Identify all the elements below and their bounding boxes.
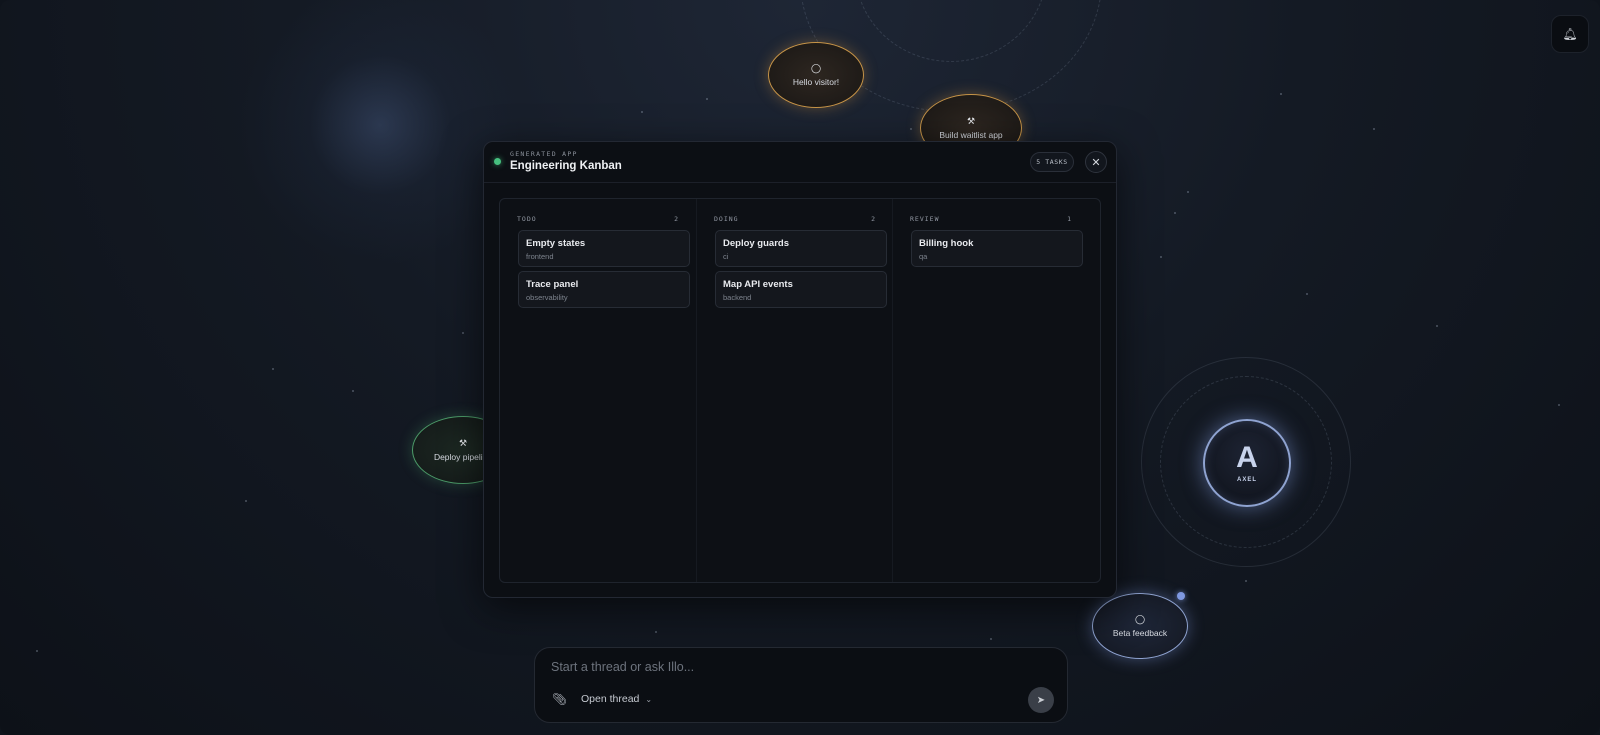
star xyxy=(1174,212,1176,214)
task-card[interactable]: Deploy guards ci xyxy=(715,230,887,267)
hammer-icon: ⚒ xyxy=(966,115,976,126)
star xyxy=(910,128,912,130)
close-icon: ✕ xyxy=(1091,156,1101,169)
task-tag: backend xyxy=(723,293,752,302)
modal-overline: GENERATED APP xyxy=(510,150,578,158)
agent-avatar-letter: A xyxy=(1236,441,1258,474)
task-card[interactable]: Billing hook qa xyxy=(911,230,1083,267)
column-name: TODO xyxy=(517,215,537,223)
bubble-label: Build waitlist app xyxy=(939,129,1003,140)
column-count: 1 xyxy=(1067,215,1072,223)
column-doing: DOING 2 Deploy guards ci Map API events … xyxy=(696,199,893,582)
send-button[interactable]: ➤ xyxy=(1028,687,1054,713)
bell-icon: 🔔︎ xyxy=(1562,27,1578,41)
chevron-down-icon: ⌄ xyxy=(645,694,653,704)
star xyxy=(272,368,274,370)
star xyxy=(641,111,643,113)
task-card[interactable]: Trace panel observability xyxy=(518,271,690,308)
star xyxy=(1160,256,1162,258)
unread-indicator xyxy=(1177,592,1185,600)
agent-axel-node[interactable]: A AXEL xyxy=(1203,419,1291,507)
task-title: Empty states xyxy=(526,238,586,249)
bubble-label: Beta feedback xyxy=(1112,627,1168,638)
column-count: 2 xyxy=(871,215,876,223)
attach-icon[interactable]: 📎︎ xyxy=(552,692,567,706)
star xyxy=(352,390,354,392)
orbit-ring xyxy=(855,0,1047,62)
task-card[interactable]: Empty states frontend xyxy=(518,230,690,267)
bubble-hello-visitor[interactable]: ◯ Hello visitor! xyxy=(768,42,864,108)
star xyxy=(706,98,708,100)
send-icon: ➤ xyxy=(1036,694,1046,706)
task-tag: frontend xyxy=(526,252,554,261)
notifications-button[interactable]: 🔔︎ xyxy=(1551,15,1589,53)
open-thread-label: Open thread xyxy=(581,693,640,705)
column-name: DOING xyxy=(714,215,739,223)
close-button[interactable]: ✕ xyxy=(1085,151,1107,173)
status-dot xyxy=(494,158,501,165)
generated-app-modal: GENERATED APP Engineering Kanban 5 TASKS… xyxy=(483,141,1117,598)
task-tag: ci xyxy=(723,252,729,261)
task-tag: qa xyxy=(919,252,928,261)
open-thread-dropdown[interactable]: Open thread ⌄ xyxy=(581,693,652,705)
star xyxy=(462,332,464,334)
column-header: REVIEW 1 xyxy=(910,215,1072,223)
task-count-badge: 5 TASKS xyxy=(1030,152,1074,172)
task-title: Deploy guards xyxy=(723,238,789,249)
hammer-icon: ⚒ xyxy=(458,437,468,448)
task-title: Billing hook xyxy=(919,238,974,249)
star xyxy=(1245,580,1247,582)
thread-input[interactable] xyxy=(549,659,1013,675)
task-title: Map API events xyxy=(723,279,793,290)
chat-icon: ◯ xyxy=(810,62,822,73)
thread-composer: 📎︎ Open thread ⌄ ➤ xyxy=(534,647,1068,723)
star xyxy=(1436,325,1438,327)
star xyxy=(1280,93,1282,95)
column-todo: TODO 2 Empty states frontend Trace panel… xyxy=(500,199,696,582)
column-name: REVIEW xyxy=(910,215,940,223)
star xyxy=(655,631,657,633)
star xyxy=(1373,128,1375,130)
column-count: 2 xyxy=(674,215,679,223)
column-header: DOING 2 xyxy=(714,215,876,223)
chat-icon: ◯ xyxy=(1134,613,1146,624)
modal-header: GENERATED APP Engineering Kanban 5 TASKS… xyxy=(484,142,1116,183)
star xyxy=(245,500,247,502)
star xyxy=(1558,404,1560,406)
star xyxy=(990,638,992,640)
star xyxy=(1306,293,1308,295)
canvas-background: ◯ Hello visitor! ⚒ Build waitlist app ⚒ … xyxy=(0,0,1600,735)
kanban-board: TODO 2 Empty states frontend Trace panel… xyxy=(499,198,1101,583)
column-header: TODO 2 xyxy=(517,215,679,223)
star xyxy=(1187,191,1189,193)
task-tag: observability xyxy=(526,293,568,302)
modal-title: Engineering Kanban xyxy=(510,160,622,172)
agent-name: AXEL xyxy=(1236,477,1257,483)
star xyxy=(36,650,38,652)
bubble-label: Hello visitor! xyxy=(792,76,840,87)
task-title: Trace panel xyxy=(526,279,579,290)
column-review: REVIEW 1 Billing hook qa xyxy=(892,199,1089,582)
bubble-beta-feedback[interactable]: ◯ Beta feedback xyxy=(1092,593,1188,659)
task-card[interactable]: Map API events backend xyxy=(715,271,887,308)
